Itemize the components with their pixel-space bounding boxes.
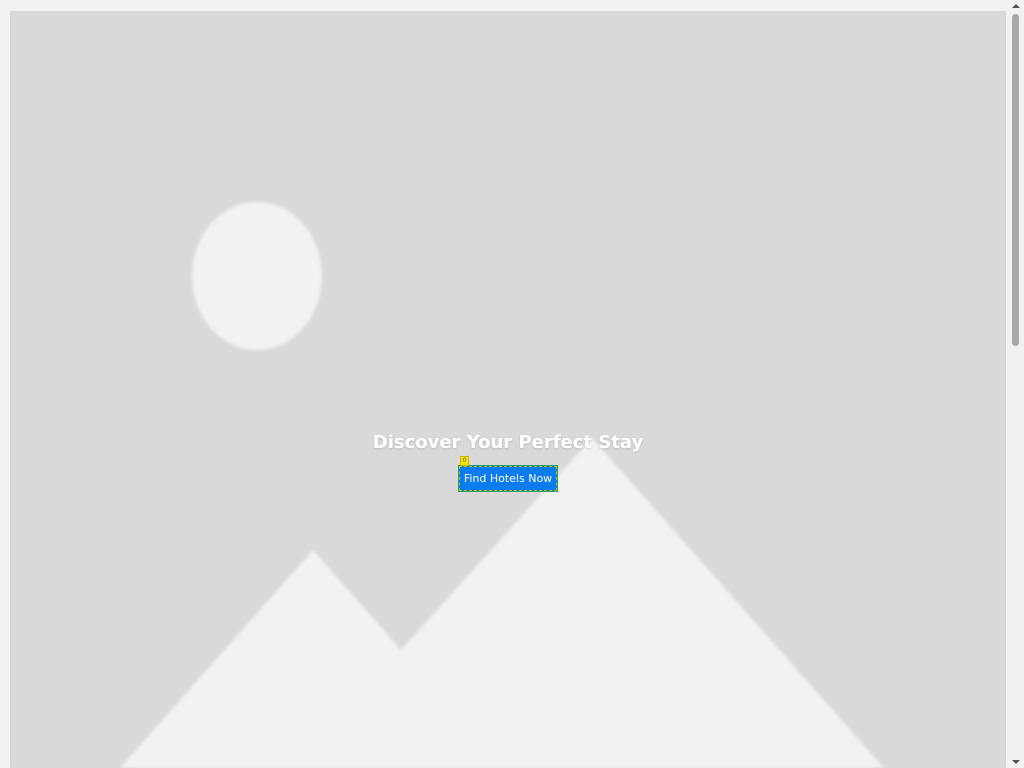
find-hotels-button[interactable]: Find Hotels Now: [458, 465, 558, 492]
scroll-up-arrow-icon[interactable]: [1012, 4, 1020, 8]
hero-content: Discover Your Perfect Stay 0 Find Hotels…: [10, 431, 1006, 492]
image-placeholder-icon: [10, 11, 1006, 768]
placeholder-sun-circle: [192, 202, 322, 350]
vertical-scrollbar[interactable]: [1008, 0, 1024, 768]
cta-wrapper: 0 Find Hotels Now: [458, 456, 558, 492]
page: Discover Your Perfect Stay 0 Find Hotels…: [0, 0, 1024, 768]
hero-title: Discover Your Perfect Stay: [372, 432, 644, 453]
scroll-down-arrow-icon[interactable]: [1012, 760, 1020, 764]
hero-section: Discover Your Perfect Stay 0 Find Hotels…: [10, 11, 1006, 768]
element-index-marker: 0: [460, 456, 469, 466]
scrollbar-thumb[interactable]: [1012, 14, 1019, 346]
